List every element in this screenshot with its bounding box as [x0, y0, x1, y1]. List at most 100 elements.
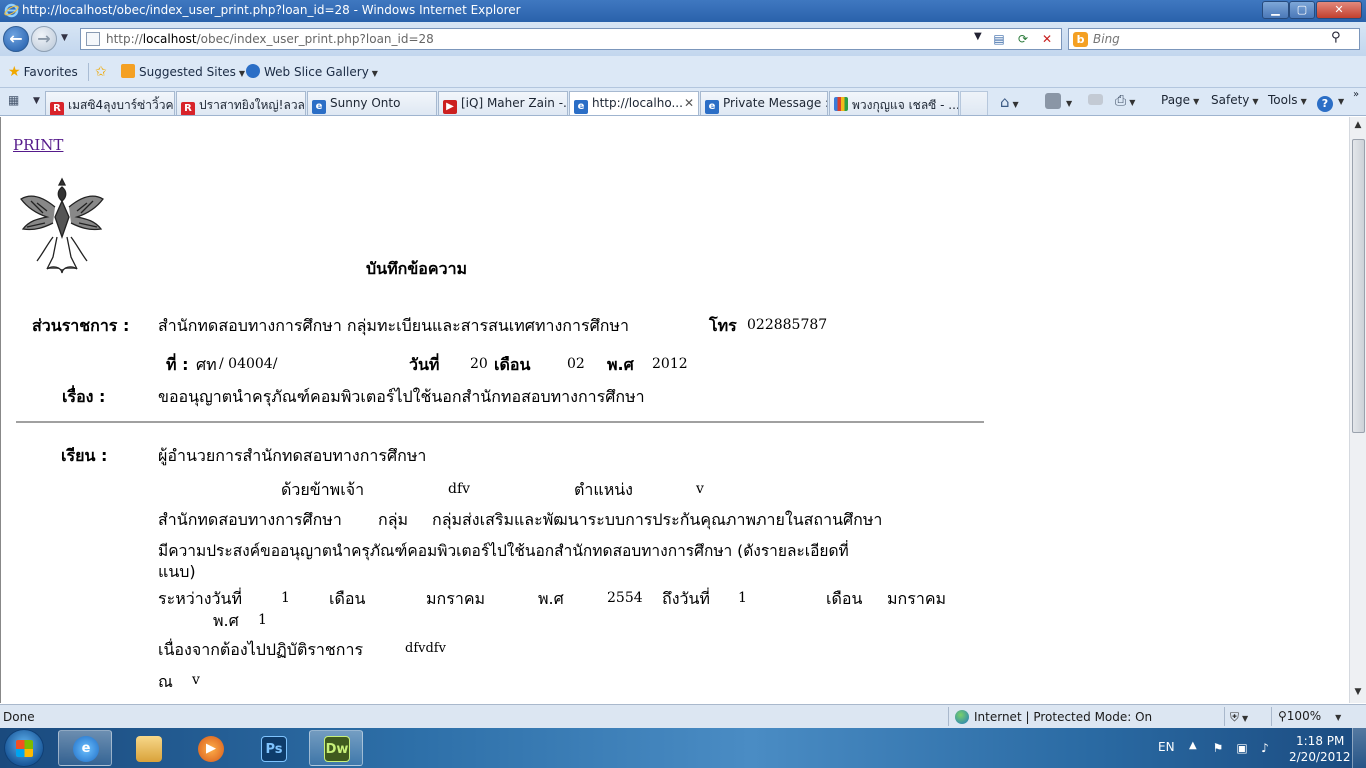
address-text[interactable]: http://localhost/obec/index_user_print.p…	[106, 32, 434, 46]
clock-time[interactable]: 1:18 PM	[1296, 734, 1344, 748]
chevron-down-icon: ▼	[1252, 97, 1259, 106]
tab-castle[interactable]: R ปราสาทยิงใหญ่!ลวล...	[176, 91, 306, 115]
status-text: Done	[3, 710, 35, 724]
protected-mode-dropdown[interactable]: ⛨ ▼	[1230, 710, 1248, 725]
close-tab-icon[interactable]: ✕	[684, 96, 694, 110]
home-button[interactable]: ⌂ ▼	[1000, 93, 1019, 111]
safety-menu-label: Safety	[1211, 93, 1250, 107]
group-label: กลุ่ม	[378, 510, 409, 529]
status-bar: Done Internet | Protected Mode: On ⛨ ▼ ⚲1…	[0, 704, 1366, 728]
new-tab-button[interactable]	[960, 91, 988, 115]
suggested-sites-icon	[121, 64, 135, 78]
chevron-down-icon: ▼	[1335, 713, 1342, 722]
refresh-icon[interactable]: ⟳	[1013, 30, 1033, 48]
taskbar-photoshop[interactable]: Ps	[246, 730, 300, 766]
security-zone-label: Internet | Protected Mode: On	[974, 710, 1153, 724]
maximize-button[interactable]: ▢	[1289, 1, 1315, 19]
forward-button[interactable]: →	[31, 26, 57, 52]
taskbar-media-player[interactable]: ▶	[183, 730, 237, 766]
from-year: 2554	[607, 590, 643, 606]
ie-logo-icon	[4, 3, 19, 18]
play-icon: ▶	[198, 736, 224, 762]
window-title-bar[interactable]: http://localhost/obec/index_user_print.p…	[0, 0, 1366, 22]
address-path: /obec/index_user_print.php?loan_id=28	[196, 32, 434, 46]
compatibility-view-icon[interactable]: ▤	[989, 30, 1009, 48]
security-zone[interactable]: Internet | Protected Mode: On	[955, 710, 1152, 724]
r-icon: R	[181, 102, 195, 115]
ie-icon: e	[312, 100, 326, 114]
action-center-flag-icon[interactable]: ⚑	[1211, 741, 1225, 755]
tab-sunny-onto[interactable]: e Sunny Onto	[307, 91, 437, 115]
address-dropdown-icon[interactable]: ▼	[974, 31, 982, 42]
feeds-button[interactable]: ▼	[1045, 93, 1072, 109]
taskbar-internet-explorer[interactable]: e	[58, 730, 112, 766]
address-bar[interactable]: http://localhost/obec/index_user_print.p…	[80, 28, 1062, 50]
page-menu[interactable]: Page ▼	[1161, 93, 1199, 107]
search-icon[interactable]: ⚲	[1331, 30, 1341, 45]
web-slice-gallery-button[interactable]: Web Slice Gallery ▼	[246, 64, 378, 79]
favorites-label: Favorites	[23, 65, 78, 79]
tab-label: Private Message :...	[723, 96, 827, 110]
network-icon[interactable]: ▣	[1235, 741, 1249, 755]
ref-label: ที่ :	[166, 355, 189, 374]
tab-maher-zain[interactable]: ▶ [iQ] Maher Zain -...	[438, 91, 568, 115]
more-commands-icon[interactable]: »	[1353, 89, 1359, 100]
search-input[interactable]	[1093, 31, 1323, 47]
scroll-up-icon[interactable]: ▲	[1352, 120, 1364, 132]
help-icon: ?	[1317, 96, 1333, 112]
memo-heading: บันทึกข้อความ	[366, 259, 468, 278]
month-label: เดือน	[494, 355, 531, 374]
volume-icon[interactable]: ♪	[1258, 741, 1272, 755]
stop-icon[interactable]: ✕	[1037, 30, 1057, 48]
show-desktop-button[interactable]	[1352, 728, 1366, 768]
scroll-down-icon[interactable]: ▼	[1352, 687, 1364, 699]
start-button[interactable]	[4, 729, 44, 767]
favorites-button[interactable]: ★ Favorites	[8, 64, 78, 80]
scroll-thumb[interactable]	[1352, 139, 1365, 433]
suggested-sites-button[interactable]: Suggested Sites ▼	[121, 64, 245, 79]
search-box[interactable]: b ⚲	[1068, 28, 1360, 50]
tab-localhost[interactable]: e http://localho... ✕	[569, 91, 699, 115]
at-value: v	[192, 672, 200, 688]
read-mail-button[interactable]	[1088, 93, 1105, 107]
tab-label: Sunny Onto	[330, 96, 401, 110]
close-button[interactable]: ✕	[1316, 1, 1362, 19]
garuda-emblem-icon	[20, 177, 104, 274]
chevron-down-icon: ▼	[1193, 97, 1200, 106]
recent-pages-dropdown[interactable]: ▼	[61, 33, 68, 43]
print-link[interactable]: PRINT	[13, 136, 63, 154]
quick-tabs-icon[interactable]: ▦	[8, 93, 28, 110]
google-icon	[834, 97, 848, 111]
tab-keychain[interactable]: พวงกุญแจ เชลซี - ...	[829, 91, 959, 115]
tools-menu[interactable]: Tools ▼	[1268, 93, 1307, 107]
printer-icon: ⎙	[1115, 93, 1127, 109]
show-hidden-icons-icon[interactable]: ▲	[1189, 740, 1197, 751]
minimize-button[interactable]: ▁	[1262, 1, 1289, 19]
vertical-scrollbar[interactable]: ▲ ▼	[1349, 117, 1366, 703]
safety-menu[interactable]: Safety ▼	[1211, 93, 1259, 107]
print-button[interactable]: ⎙ ▼	[1115, 93, 1135, 109]
add-to-favorites-button[interactable]: ✩	[95, 64, 110, 80]
taskbar-dreamweaver[interactable]: Dw	[309, 730, 363, 766]
clock-date[interactable]: 2/20/2012	[1289, 750, 1351, 764]
phone-value: 022885787	[747, 317, 828, 333]
help-button[interactable]: ? ▼	[1317, 93, 1344, 112]
tab-list-dropdown[interactable]: ▼	[33, 96, 40, 106]
purpose-line-2: แนบ)	[158, 562, 196, 581]
globe-icon	[955, 710, 969, 724]
tab-private-message[interactable]: e Private Message :...	[700, 91, 828, 115]
folder-icon	[136, 736, 162, 762]
purpose-line-1: มีความประสงค์ขออนุญาตนำครุภัณฑ์คอมพิวเตอ…	[158, 542, 849, 560]
back-button[interactable]: ←	[3, 26, 29, 52]
home-icon: ⌂	[1000, 93, 1010, 111]
language-indicator[interactable]: EN	[1158, 740, 1175, 754]
date-month: 02	[567, 356, 585, 372]
taskbar-windows-explorer[interactable]	[121, 730, 175, 766]
add-favorite-icon: ✩	[95, 64, 107, 80]
ref-prefix: ศท	[196, 355, 217, 374]
tab-messi[interactable]: R เมสซิ4ลุงบาร์ซ่าวิ้วค...	[45, 91, 175, 115]
zoom-control[interactable]: ⚲100% ▼	[1278, 709, 1341, 723]
separator	[88, 63, 89, 81]
rss-feed-icon	[1045, 93, 1061, 109]
address-prefix: http://	[106, 32, 143, 46]
